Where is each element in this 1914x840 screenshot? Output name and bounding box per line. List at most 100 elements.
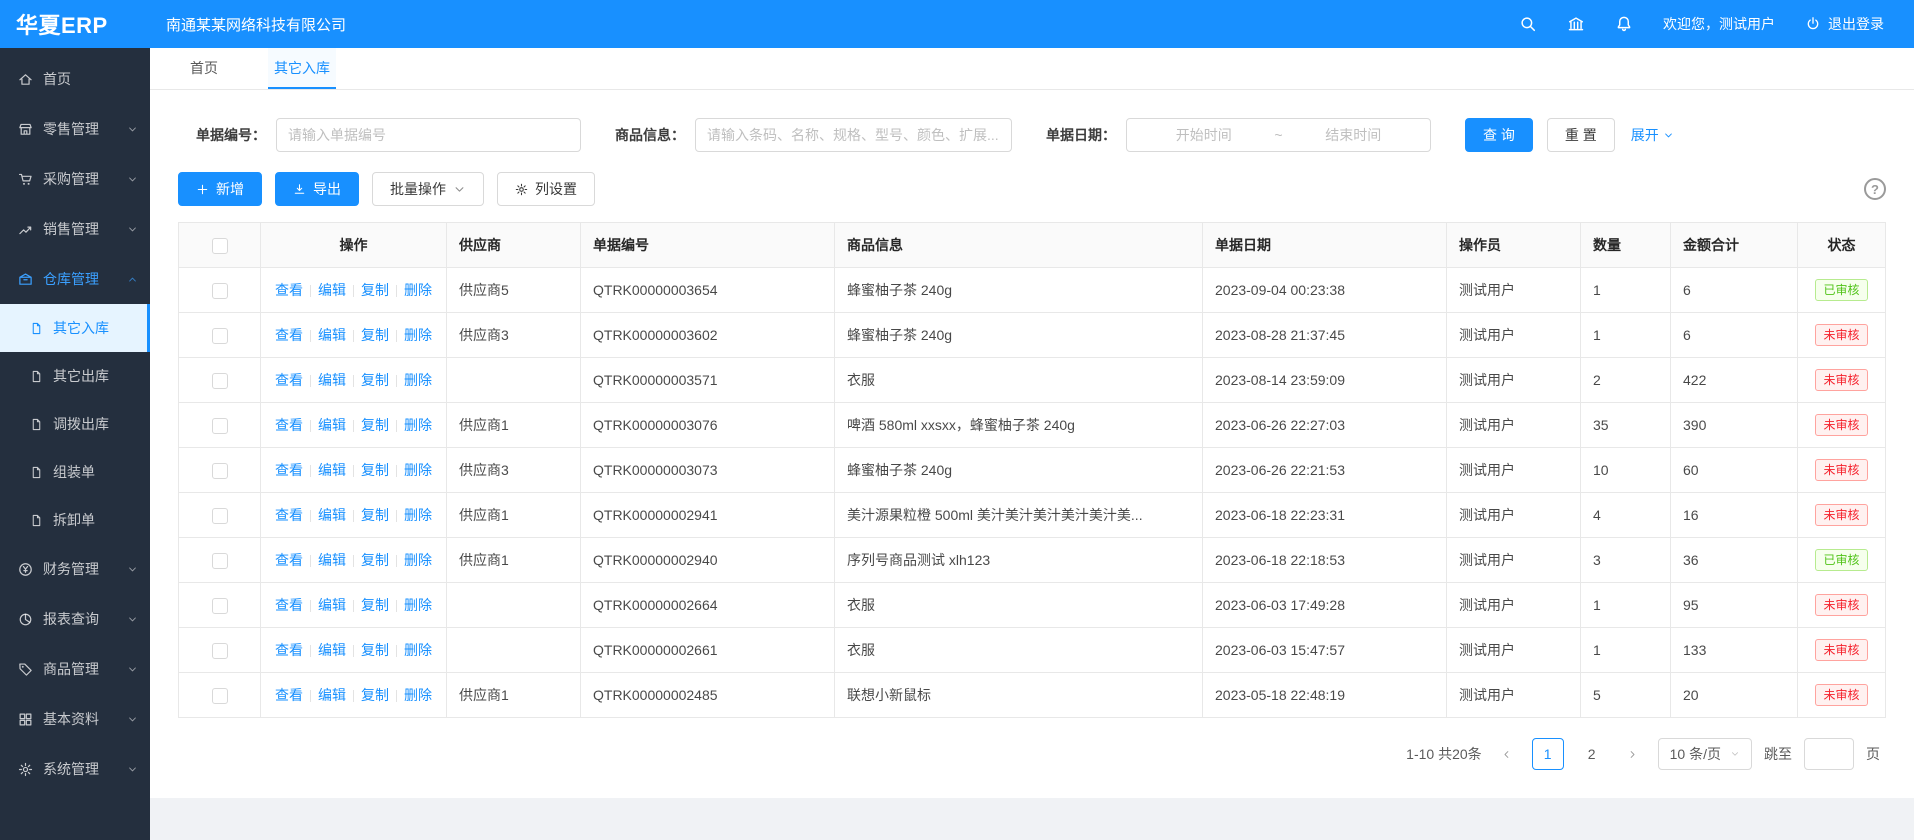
- sidebar-item-reports[interactable]: 报表查询: [0, 594, 150, 644]
- view-link[interactable]: 查看: [275, 372, 303, 388]
- delete-link[interactable]: 删除: [404, 327, 432, 343]
- page-number-1[interactable]: 1: [1532, 738, 1564, 770]
- delete-link[interactable]: 删除: [404, 642, 432, 658]
- copy-link[interactable]: 复制: [361, 327, 389, 343]
- bill-no-input[interactable]: [276, 118, 581, 152]
- view-link[interactable]: 查看: [275, 327, 303, 343]
- next-page-button[interactable]: [1620, 738, 1646, 770]
- goods-info-input[interactable]: [695, 118, 1012, 152]
- edit-link[interactable]: 编辑: [318, 462, 346, 478]
- row-checkbox[interactable]: [212, 643, 228, 659]
- copy-link[interactable]: 复制: [361, 597, 389, 613]
- bill-no-cell: QTRK00000002485: [581, 673, 835, 718]
- row-checkbox[interactable]: [212, 328, 228, 344]
- row-checkbox[interactable]: [212, 688, 228, 704]
- view-link[interactable]: 查看: [275, 282, 303, 298]
- delete-link[interactable]: 删除: [404, 597, 432, 613]
- jump-page-input[interactable]: [1804, 738, 1854, 770]
- row-checkbox[interactable]: [212, 553, 228, 569]
- edit-link[interactable]: 编辑: [318, 552, 346, 568]
- tab-other-inbound[interactable]: 其它入库: [268, 48, 336, 89]
- sidebar-item-retail[interactable]: 零售管理: [0, 104, 150, 154]
- copy-link[interactable]: 复制: [361, 417, 389, 433]
- view-link[interactable]: 查看: [275, 642, 303, 658]
- expand-link[interactable]: 展开: [1631, 125, 1674, 145]
- edit-link[interactable]: 编辑: [318, 642, 346, 658]
- tab-home[interactable]: 首页: [184, 48, 224, 89]
- bank-icon[interactable]: [1567, 15, 1585, 33]
- delete-link[interactable]: 删除: [404, 552, 432, 568]
- notification-bell-icon[interactable]: [1615, 15, 1633, 33]
- sidebar-item-finance[interactable]: 财务管理: [0, 544, 150, 594]
- row-checkbox[interactable]: [212, 598, 228, 614]
- sidebar-item-goods[interactable]: 商品管理: [0, 644, 150, 694]
- sidebar-item-basic-data[interactable]: 基本资料: [0, 694, 150, 744]
- delete-link[interactable]: 删除: [404, 282, 432, 298]
- copy-link[interactable]: 复制: [361, 642, 389, 658]
- search-icon[interactable]: [1519, 15, 1537, 33]
- sidebar-item-assembly-order[interactable]: 组装单: [0, 448, 150, 496]
- view-link[interactable]: 查看: [275, 507, 303, 523]
- edit-link[interactable]: 编辑: [318, 417, 346, 433]
- table-body: 查看编辑复制删除 供应商5 QTRK00000003654 蜂蜜柚子茶 240g…: [179, 268, 1886, 718]
- top-bar-actions: 欢迎您，测试用户 退出登录: [1519, 14, 1914, 34]
- supplier-cell: 供应商5: [447, 268, 581, 313]
- copy-link[interactable]: 复制: [361, 282, 389, 298]
- copy-link[interactable]: 复制: [361, 372, 389, 388]
- row-checkbox[interactable]: [212, 463, 228, 479]
- view-link[interactable]: 查看: [275, 417, 303, 433]
- help-icon[interactable]: ?: [1864, 178, 1886, 200]
- view-link[interactable]: 查看: [275, 462, 303, 478]
- edit-link[interactable]: 编辑: [318, 372, 346, 388]
- add-button[interactable]: 新增: [178, 172, 262, 206]
- logout-button[interactable]: 退出登录: [1805, 14, 1884, 34]
- delete-link[interactable]: 删除: [404, 507, 432, 523]
- select-all-checkbox[interactable]: [212, 238, 228, 254]
- sidebar-item-sales[interactable]: 销售管理: [0, 204, 150, 254]
- view-link[interactable]: 查看: [275, 552, 303, 568]
- edit-link[interactable]: 编辑: [318, 507, 346, 523]
- column-header-qty: 数量: [1581, 223, 1671, 268]
- edit-link[interactable]: 编辑: [318, 327, 346, 343]
- search-button[interactable]: 查 询: [1465, 118, 1533, 152]
- view-link[interactable]: 查看: [275, 597, 303, 613]
- prev-page-button[interactable]: [1494, 738, 1520, 770]
- sidebar-item-home[interactable]: 首页: [0, 54, 150, 104]
- sidebar-item-other-inbound[interactable]: 其它入库: [0, 304, 150, 352]
- date-cell: 2023-06-18 22:18:53: [1203, 538, 1447, 583]
- row-checkbox[interactable]: [212, 283, 228, 299]
- edit-link[interactable]: 编辑: [318, 597, 346, 613]
- batch-operations-button[interactable]: 批量操作: [372, 172, 484, 206]
- amount-cell: 20: [1671, 673, 1798, 718]
- finance-icon: [18, 562, 33, 577]
- sidebar-item-disassembly-order[interactable]: 拆卸单: [0, 496, 150, 544]
- edit-link[interactable]: 编辑: [318, 687, 346, 703]
- sidebar-item-transfer-outbound[interactable]: 调拨出库: [0, 400, 150, 448]
- copy-link[interactable]: 复制: [361, 507, 389, 523]
- edit-link[interactable]: 编辑: [318, 282, 346, 298]
- delete-link[interactable]: 删除: [404, 687, 432, 703]
- delete-link[interactable]: 删除: [404, 372, 432, 388]
- delete-link[interactable]: 删除: [404, 417, 432, 433]
- page-size-select[interactable]: 10 条/页: [1658, 738, 1752, 770]
- date-range-picker[interactable]: 开始时间 ~ 结束时间: [1126, 118, 1431, 152]
- row-checkbox[interactable]: [212, 508, 228, 524]
- row-checkbox[interactable]: [212, 418, 228, 434]
- date-start-input[interactable]: 开始时间: [1139, 125, 1268, 145]
- copy-link[interactable]: 复制: [361, 462, 389, 478]
- sidebar-item-system[interactable]: 系统管理: [0, 744, 150, 794]
- delete-link[interactable]: 删除: [404, 462, 432, 478]
- export-button[interactable]: 导出: [275, 172, 359, 206]
- reset-button[interactable]: 重 置: [1547, 118, 1615, 152]
- column-settings-button[interactable]: 列设置: [497, 172, 595, 206]
- sidebar-item-warehouse[interactable]: 仓库管理: [0, 254, 150, 304]
- sidebar-item-purchase[interactable]: 采购管理: [0, 154, 150, 204]
- view-link[interactable]: 查看: [275, 687, 303, 703]
- date-end-input[interactable]: 结束时间: [1289, 125, 1418, 145]
- row-checkbox[interactable]: [212, 373, 228, 389]
- copy-link[interactable]: 复制: [361, 552, 389, 568]
- copy-link[interactable]: 复制: [361, 687, 389, 703]
- sidebar-item-other-outbound[interactable]: 其它出库: [0, 352, 150, 400]
- page-number-2[interactable]: 2: [1576, 738, 1608, 770]
- bill-no-cell: QTRK00000003654: [581, 268, 835, 313]
